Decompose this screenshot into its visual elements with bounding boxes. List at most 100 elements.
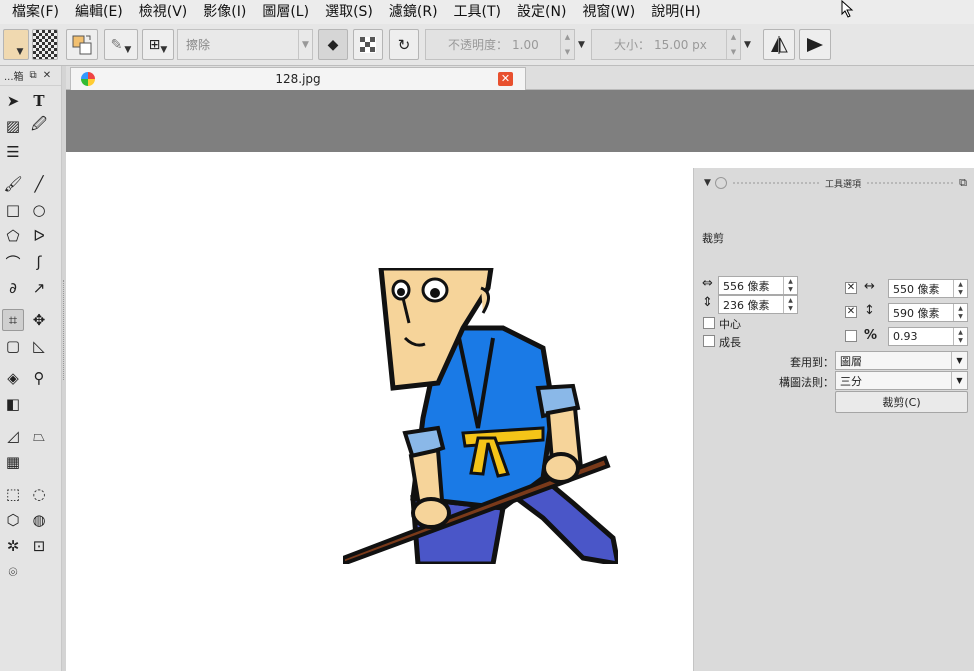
composition-label: 構圖法則：: [779, 376, 834, 389]
menu-file[interactable]: 檔案(F): [4, 0, 67, 24]
menu-view[interactable]: 檢視(V): [131, 0, 196, 24]
chevron-down-icon[interactable]: ▼: [744, 40, 751, 50]
measure-tool-icon[interactable]: ◺: [28, 335, 50, 357]
transform-tool-icon[interactable]: ▢: [2, 335, 24, 357]
horizontal-resize-icon: ⇔: [702, 276, 713, 291]
y-spinner[interactable]: ▲ ▼: [953, 304, 967, 321]
panel-options-icon[interactable]: [714, 177, 727, 189]
menu-settings[interactable]: 設定(N): [509, 0, 574, 24]
panel-grip[interactable]: [732, 182, 820, 184]
rectangle-tool-icon[interactable]: □: [2, 199, 24, 221]
height-spinner[interactable]: ▲ ▼: [783, 296, 797, 313]
center-checkbox[interactable]: [703, 317, 715, 329]
crop-height-field[interactable]: 236 像素 ▲ ▼: [718, 295, 798, 314]
color-swatch-button[interactable]: [66, 29, 98, 60]
lock-y-checkbox[interactable]: ✕: [845, 306, 857, 318]
opacity-field[interactable]: 不透明度： 1.00 ▲ ▼: [425, 29, 575, 60]
polygon-select-tool-icon[interactable]: ⬡: [2, 509, 24, 531]
assistant-tool-icon[interactable]: ☰: [2, 141, 24, 163]
chevron-down-icon[interactable]: ▼: [578, 40, 585, 50]
gradient-preset-button[interactable]: ▼: [3, 29, 29, 60]
apply-to-select[interactable]: 圖層 ▼: [835, 351, 968, 370]
ruler-tool-icon[interactable]: ◿: [2, 425, 24, 447]
ratio-field[interactable]: 0.93 ▲ ▼: [888, 327, 968, 346]
menu-edit[interactable]: 編輯(E): [67, 0, 131, 24]
detach-icon[interactable]: ⧉: [959, 176, 967, 190]
fill-tool-icon[interactable]: ◈: [2, 367, 24, 389]
move-arrow-tool-icon[interactable]: ➤: [2, 90, 24, 112]
pattern-preset-button[interactable]: [32, 29, 58, 60]
ratio-spinner[interactable]: ▲ ▼: [953, 328, 967, 345]
crop-button[interactable]: 裁剪(C): [835, 391, 968, 413]
panel-grip[interactable]: [867, 182, 954, 184]
crop-width-field[interactable]: 556 像素 ▲ ▼: [718, 276, 798, 295]
composition-select[interactable]: 三分 ▼: [835, 371, 968, 390]
x-spinner[interactable]: ▲ ▼: [953, 280, 967, 297]
magic-wand-tool-icon[interactable]: ✲: [2, 535, 24, 557]
eyedropper-tool-icon[interactable]: ⚲: [28, 367, 50, 389]
refresh-icon: ↻: [397, 35, 411, 54]
brush-icon: ✎: [110, 36, 123, 53]
tool-options-panel: ▼ 工具選項 ⧉ 裁剪 ⇔ 556 像素 ▲ ▼ ⇕ 236 像素 ▲ ▼ ✕ ↔ …: [693, 168, 974, 671]
menu-filter[interactable]: 濾鏡(R): [381, 0, 446, 24]
rect-select-tool-icon[interactable]: ⬚: [2, 483, 24, 505]
gradient-tool-icon[interactable]: ◧: [2, 393, 24, 415]
ellipse-tool-icon[interactable]: ○: [28, 199, 50, 221]
freehand-tool-icon[interactable]: ∂: [2, 277, 24, 299]
similar-select-tool-icon[interactable]: ⊡: [28, 535, 50, 557]
mode-preset-button[interactable]: ⊞ ▼: [142, 29, 174, 60]
size-field[interactable]: 大小： 15.00 px ▲ ▼: [591, 29, 741, 60]
vertical-arrow-icon: ↕: [864, 303, 875, 318]
document-tab[interactable]: 128.jpg ✕: [70, 67, 526, 90]
path-tool-icon[interactable]: ʃ: [28, 251, 50, 273]
menu-help[interactable]: 說明(H): [643, 0, 708, 24]
detach-icon[interactable]: ⧉: [30, 70, 37, 81]
pattern-fill-tool-icon[interactable]: ▨: [2, 115, 24, 137]
crop-width-value: 556 像素: [723, 279, 770, 293]
alpha-lock-button[interactable]: [353, 29, 383, 60]
flip-vertical-button[interactable]: [799, 29, 831, 60]
ellipse-select-tool-icon[interactable]: ◌: [28, 483, 50, 505]
document-tab-bar: 128.jpg ✕: [66, 66, 974, 90]
grow-label: 成長: [719, 336, 741, 349]
menu-image[interactable]: 影像(I): [195, 0, 254, 24]
bezier-tool-icon[interactable]: ⌒: [2, 251, 24, 273]
ratio-checkbox[interactable]: [845, 330, 857, 342]
opacity-spinner[interactable]: ▲ ▼: [560, 30, 574, 59]
menu-layer[interactable]: 圖層(L): [254, 0, 317, 24]
blend-mode-select[interactable]: 擦除 ▼: [177, 29, 313, 60]
line-tool-icon[interactable]: ╱: [28, 173, 50, 195]
grow-checkbox[interactable]: [703, 335, 715, 347]
composition-value: 三分: [840, 374, 862, 388]
close-icon[interactable]: ✕: [498, 72, 513, 86]
lock-x-checkbox[interactable]: ✕: [845, 282, 857, 294]
bezier-select-tool-icon[interactable]: ⌾: [2, 561, 24, 583]
width-spinner[interactable]: ▲ ▼: [783, 277, 797, 294]
brush-tool-icon[interactable]: 🖌: [2, 173, 24, 195]
crop-y-field[interactable]: 590 像素 ▲ ▼: [888, 303, 968, 322]
freehand-select-tool-icon[interactable]: ◍: [28, 509, 50, 531]
grid-tool-icon[interactable]: ▦: [2, 451, 24, 473]
eraser-button[interactable]: ◆: [318, 29, 348, 60]
collapse-triangle-icon[interactable]: ▼: [704, 178, 711, 188]
reset-button[interactable]: ↻: [389, 29, 419, 60]
menu-window[interactable]: 視窗(W): [574, 0, 643, 24]
color-picker-tool-icon[interactable]: 🖉: [28, 115, 50, 137]
perspective-tool-icon[interactable]: ⏢: [28, 425, 50, 447]
dynamic-brush-tool-icon[interactable]: ↗: [28, 277, 50, 299]
close-icon[interactable]: ✕: [43, 70, 51, 81]
crop-x-field[interactable]: 550 像素 ▲ ▼: [888, 279, 968, 298]
move-tool-icon[interactable]: ✥: [28, 309, 50, 331]
panel-grip[interactable]: [63, 280, 65, 380]
text-tool-icon[interactable]: T: [28, 90, 50, 112]
brush-preset-button[interactable]: ✎ ▼: [104, 29, 138, 60]
menu-select[interactable]: 選取(S): [317, 0, 381, 24]
flip-horizontal-button[interactable]: [763, 29, 795, 60]
menu-tools[interactable]: 工具(T): [446, 0, 509, 24]
polygon-tool-icon[interactable]: ⬠: [2, 225, 24, 247]
polyline-tool-icon[interactable]: ᐅ: [28, 225, 50, 247]
size-spinner[interactable]: ▲ ▼: [726, 30, 740, 59]
image-canvas[interactable]: [343, 268, 618, 564]
chevron-down-icon: ▼: [160, 44, 168, 55]
crop-tool-icon[interactable]: ⌗: [2, 309, 24, 331]
